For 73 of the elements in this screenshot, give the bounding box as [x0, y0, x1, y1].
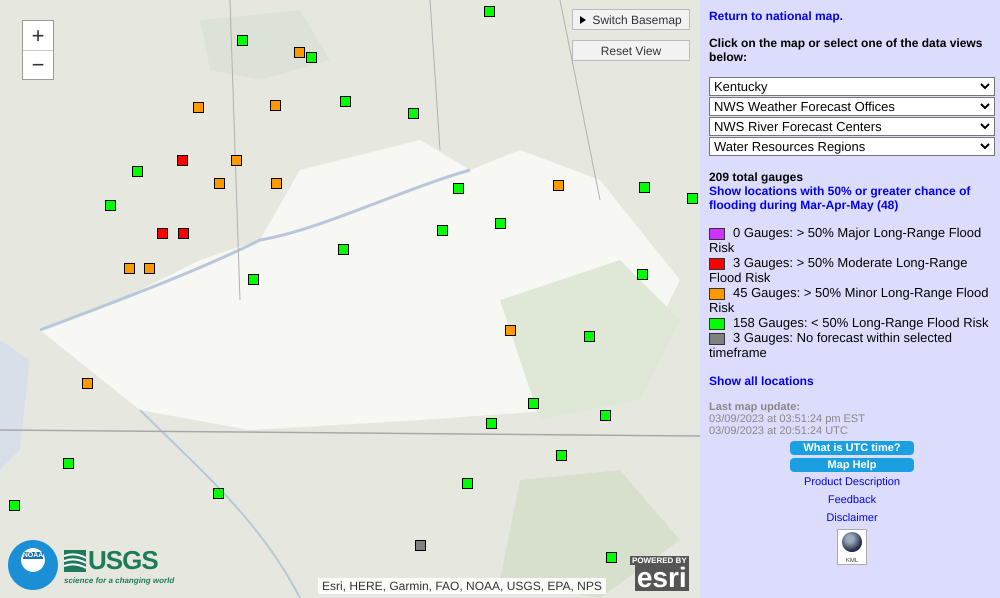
update-time: 03/09/2023 at 03:51:24 pm EST: [709, 413, 866, 425]
esri-logo: esri: [634, 565, 689, 591]
return-link[interactable]: Return to national map.: [709, 9, 995, 23]
switch-basemap-button[interactable]: Switch Basemap: [572, 9, 690, 30]
view-select[interactable]: NWS River Forecast Centers: [709, 117, 995, 136]
gauge-marker[interactable]: [294, 47, 305, 58]
legend-label: 45 Gauges: > 50% Minor Long-Range Flood Risk: [709, 285, 988, 315]
legend-label: 0 Gauges: > 50% Major Long-Range Flood Risk: [709, 225, 982, 255]
legend-label: 3 Gauges: No forecast within selected timeframe: [709, 330, 952, 360]
instruction-text: Click on the map or select one of the data views below:: [709, 36, 984, 64]
footer-link[interactable]: Feedback: [828, 493, 876, 508]
powered-by-label: POWERED BY: [630, 556, 689, 565]
gauge-marker[interactable]: [600, 410, 611, 421]
gauge-marker[interactable]: [248, 274, 259, 285]
gauge-marker[interactable]: [213, 488, 224, 499]
view-select[interactable]: NWS Weather Forecast Offices: [709, 97, 995, 116]
gauge-marker[interactable]: [9, 500, 20, 511]
update-label: Last map update:: [709, 401, 802, 413]
gauge-marker[interactable]: [271, 178, 282, 189]
gauge-marker[interactable]: [637, 269, 648, 280]
gauge-marker[interactable]: [105, 200, 116, 211]
chevron-down-icon: [980, 103, 990, 110]
wave-icon: [64, 550, 86, 572]
filter-link[interactable]: Show locations with 50% or greater chance of flooding during Mar-Apr-May (48): [709, 184, 995, 212]
gauge-marker[interactable]: [82, 378, 93, 389]
gauge-marker[interactable]: [462, 478, 473, 489]
map-attribution: Esri, HERE, Garmin, FAO, NOAA, USGS, EPA, NPS: [318, 578, 606, 594]
footer-link[interactable]: Product Description: [804, 475, 900, 490]
update-time: 03/09/2023 at 20:51:24 UTC: [709, 425, 849, 437]
chevron-down-icon: [980, 143, 990, 150]
gauge-marker[interactable]: [415, 540, 426, 551]
chevron-down-icon: [980, 123, 990, 130]
gauge-marker[interactable]: [484, 6, 495, 17]
gauge-marker[interactable]: [231, 155, 242, 166]
gauge-marker[interactable]: [270, 100, 281, 111]
legend-label: 3 Gauges: > 50% Moderate Long-Range Flood Risk: [709, 255, 968, 285]
gauge-marker[interactable]: [306, 52, 317, 63]
gauge-marker[interactable]: [144, 263, 155, 274]
gauge-marker[interactable]: [553, 180, 564, 191]
triangle-icon: [580, 16, 586, 24]
gauge-marker[interactable]: [340, 96, 351, 107]
gauge-marker[interactable]: [178, 228, 189, 239]
gauge-marker[interactable]: [584, 331, 595, 342]
gauge-marker[interactable]: [639, 182, 650, 193]
gauge-marker[interactable]: [408, 108, 419, 119]
view-select[interactable]: Water Resources Regions: [709, 137, 995, 156]
gauge-marker[interactable]: [157, 228, 168, 239]
gauge-marker[interactable]: [124, 263, 135, 274]
gauge-marker[interactable]: [495, 218, 506, 229]
footer-link[interactable]: Disclaimer: [826, 511, 878, 526]
gauge-marker[interactable]: [687, 193, 698, 204]
gauge-marker[interactable]: [214, 178, 225, 189]
view-select[interactable]: Kentucky: [709, 77, 995, 96]
gauge-marker[interactable]: [177, 155, 188, 166]
chevron-down-icon: [980, 83, 990, 90]
gauge-marker[interactable]: [132, 166, 143, 177]
usgs-logo: USGS: [88, 545, 158, 576]
reset-view-button[interactable]: Reset View: [572, 40, 690, 61]
gauge-marker[interactable]: [437, 225, 448, 236]
total-gauges: 209 total gauges: [709, 170, 804, 184]
gauge-marker[interactable]: [505, 325, 516, 336]
usgs-tagline: science for a changing world: [64, 576, 174, 585]
gauge-marker[interactable]: [453, 183, 464, 194]
gauge-marker[interactable]: [528, 398, 539, 409]
gauge-marker[interactable]: [237, 35, 248, 46]
gauge-marker[interactable]: [193, 102, 204, 113]
legend-label: 158 Gauges: < 50% Long-Range Flood Risk: [733, 315, 988, 330]
gauge-marker[interactable]: [338, 244, 349, 255]
gauge-marker[interactable]: [556, 450, 567, 461]
gauge-marker[interactable]: [486, 418, 497, 429]
gauge-marker[interactable]: [63, 458, 74, 469]
show-all-link[interactable]: Show all locations: [709, 374, 995, 388]
gauge-marker[interactable]: [606, 552, 617, 563]
